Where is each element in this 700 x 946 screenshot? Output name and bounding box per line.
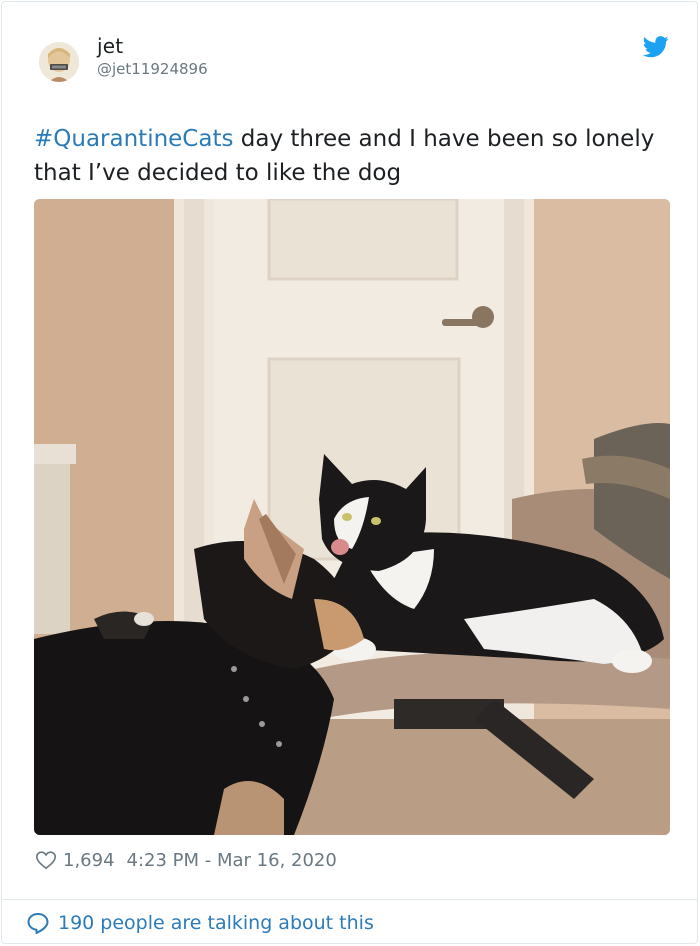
tweet-meta: 1,694 4:23 PM - Mar 16, 2020 [35,847,337,873]
tweet-timestamp[interactable]: 4:23 PM - Mar 16, 2020 [127,850,337,871]
twitter-bird-icon[interactable] [643,35,669,59]
author-name[interactable]: jet [97,34,123,58]
tweet-photo[interactable] [34,199,670,835]
conversation-text[interactable]: 190 people are talking about this [58,912,374,934]
speech-bubble-icon [27,913,49,934]
tweet-card: jet @jet11924896 #QuarantineCats day thr… [1,1,698,944]
author-handle[interactable]: @jet11924896 [97,60,208,78]
like-count[interactable]: 1,694 [63,850,115,871]
heart-icon[interactable] [35,849,57,871]
tweet-header: jet @jet11924896 [2,2,697,102]
divider [2,899,697,900]
conversation-link[interactable]: 190 people are talking about this [26,908,374,938]
hashtag-link[interactable]: #QuarantineCats [34,126,233,152]
avatar[interactable] [39,42,79,82]
tweet-text: #QuarantineCats day three and I have bee… [34,122,674,190]
